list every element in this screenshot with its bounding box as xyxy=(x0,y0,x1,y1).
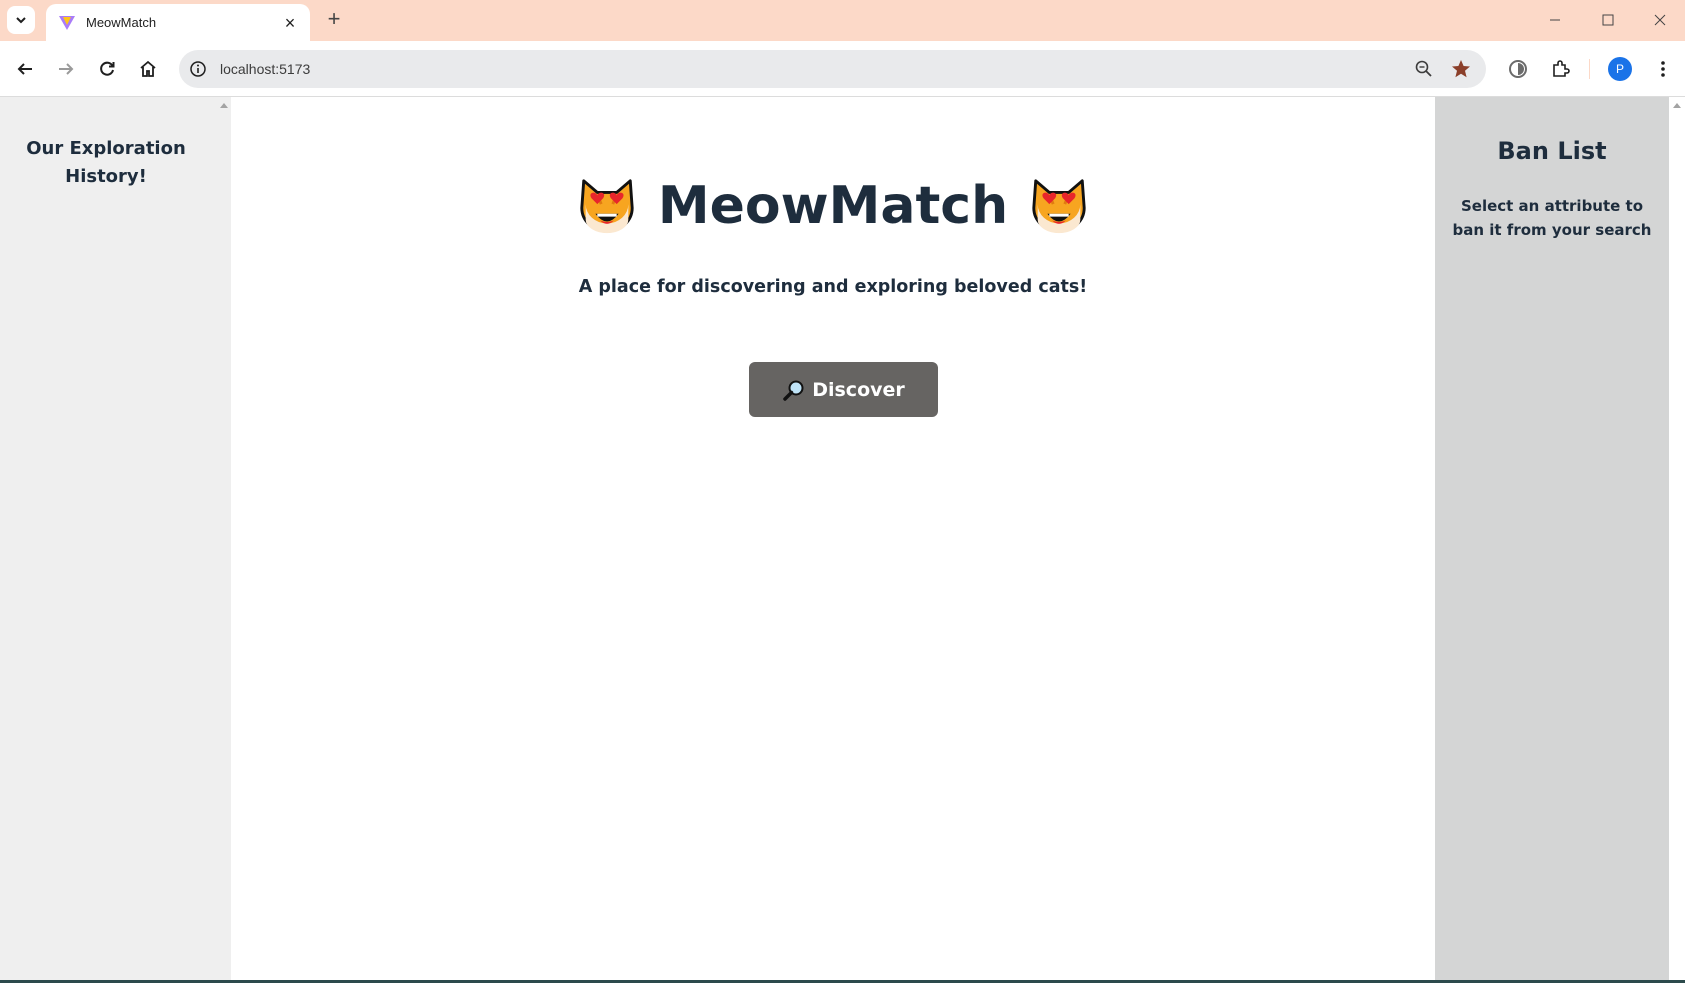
back-icon[interactable] xyxy=(12,56,38,82)
chevron-down-icon xyxy=(16,17,26,24)
tab-strip: MeowMatch × + xyxy=(0,0,1685,41)
close-window-icon[interactable] xyxy=(1650,10,1670,30)
discover-button[interactable]: Discover xyxy=(749,362,938,417)
extensions-puzzle-icon[interactable] xyxy=(1547,56,1573,82)
toolbar-divider xyxy=(1589,59,1590,79)
address-bar[interactable]: localhost:5173 xyxy=(179,50,1486,88)
profile-avatar[interactable]: P xyxy=(1608,57,1632,81)
app-title: MeowMatch xyxy=(231,175,1435,237)
history-sidebar: Our Exploration History! xyxy=(0,97,231,983)
new-tab-button[interactable]: + xyxy=(322,8,346,32)
zoom-icon[interactable] xyxy=(1414,59,1434,79)
scroll-up-arrow-icon[interactable] xyxy=(1673,103,1681,108)
app-subtitle: A place for discovering and exploring be… xyxy=(578,277,1088,297)
forward-icon[interactable] xyxy=(53,56,79,82)
ban-list-instructions: Select an attribute to ban it from your … xyxy=(1452,197,1652,239)
smiling-cat-heart-eyes-icon xyxy=(580,179,634,234)
main-content: MeowMatch A place for discovering and ex… xyxy=(231,97,1435,983)
magnifying-glass-icon xyxy=(783,380,804,401)
reload-icon[interactable] xyxy=(94,56,120,82)
site-info-icon[interactable] xyxy=(189,60,207,78)
vite-favicon-icon xyxy=(59,15,75,30)
history-title: Our Exploration History! xyxy=(26,138,186,187)
ban-list-sidebar: Ban List Select an attribute to ban it f… xyxy=(1435,97,1669,983)
extension-shield-icon[interactable] xyxy=(1505,56,1531,82)
browser-toolbar: localhost:5173 P xyxy=(0,41,1685,97)
page-viewport: Our Exploration History! MeowMatch A pla… xyxy=(0,97,1685,983)
minimize-icon[interactable] xyxy=(1545,10,1565,30)
app-title-text: MeowMatch xyxy=(657,176,1009,236)
ban-list-title: Ban List xyxy=(1497,137,1607,165)
home-icon[interactable] xyxy=(135,56,161,82)
bookmark-star-icon[interactable] xyxy=(1450,58,1472,80)
scroll-up-arrow-icon[interactable] xyxy=(220,103,228,108)
menu-kebab-icon[interactable] xyxy=(1650,56,1676,82)
url-text[interactable]: localhost:5173 xyxy=(220,60,310,78)
discover-button-label: Discover xyxy=(812,378,905,401)
tab-search-button[interactable] xyxy=(7,6,35,34)
tab-close-icon[interactable]: × xyxy=(280,14,300,32)
history-scrollbar[interactable] xyxy=(217,97,231,983)
smiling-cat-heart-eyes-icon xyxy=(1032,179,1086,234)
page-scrollbar[interactable] xyxy=(1669,97,1685,983)
tab-title: MeowMatch xyxy=(86,15,157,30)
maximize-icon[interactable] xyxy=(1598,10,1618,30)
browser-tab[interactable]: MeowMatch × xyxy=(46,4,310,41)
